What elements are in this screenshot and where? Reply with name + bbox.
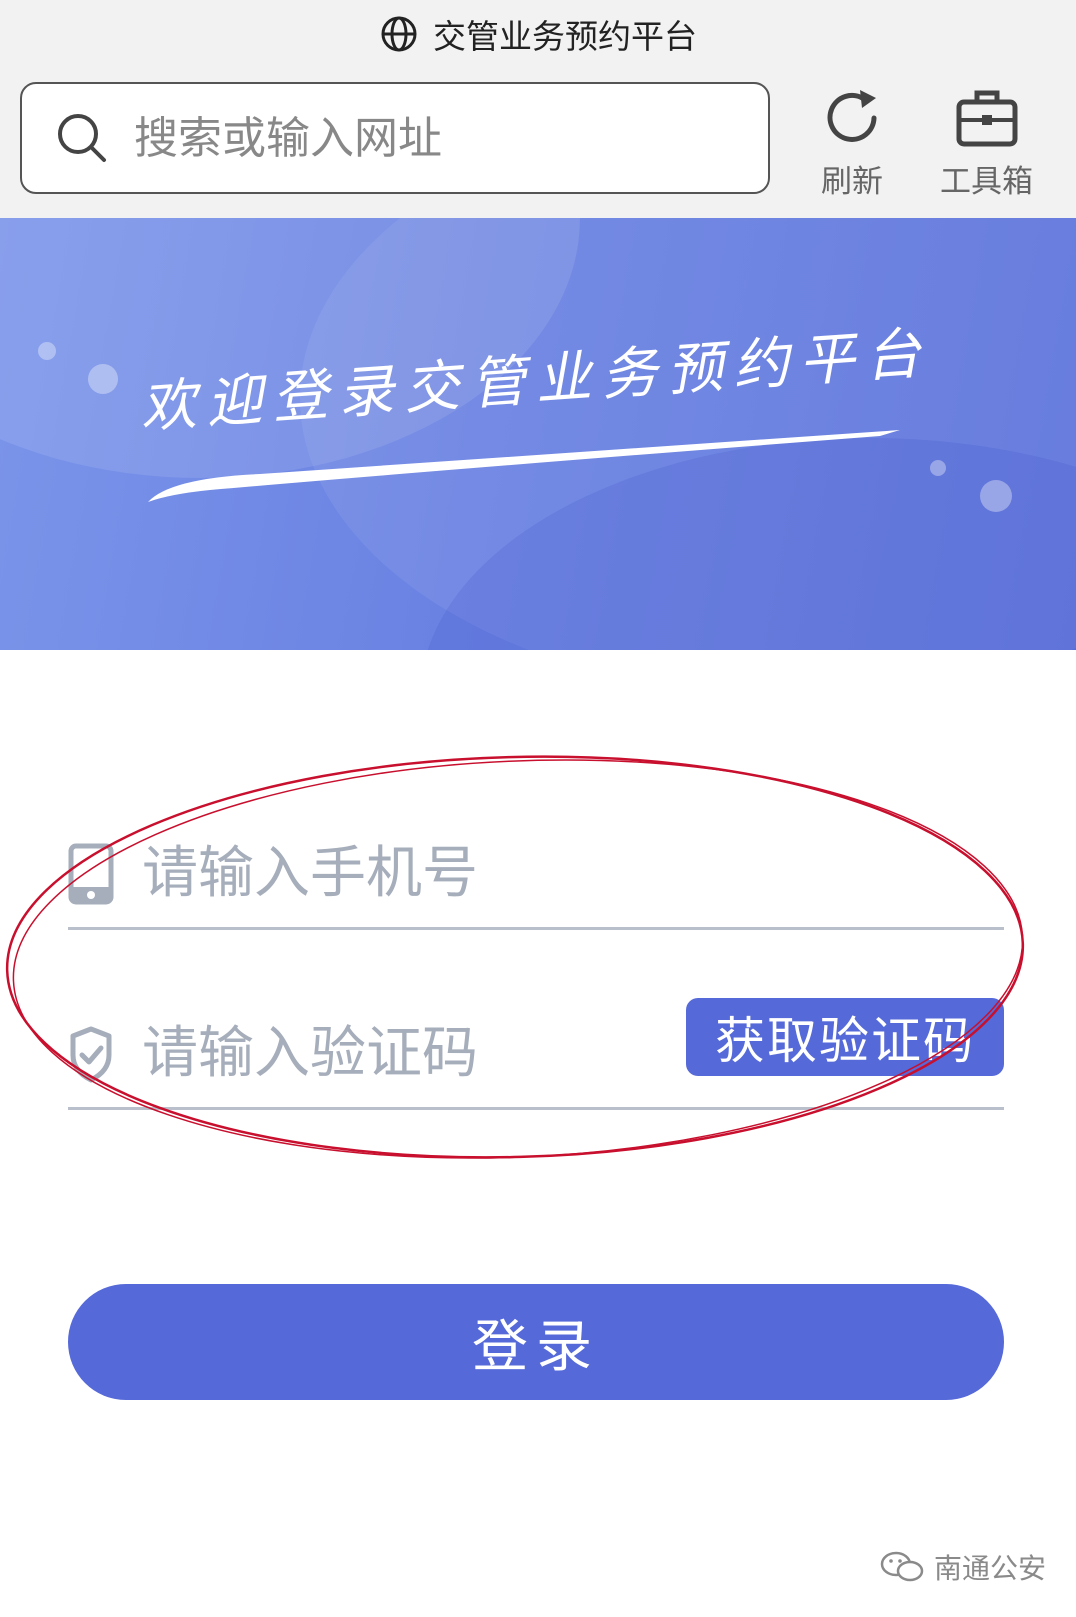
address-input[interactable]	[134, 112, 734, 164]
phone-icon	[68, 843, 114, 904]
shield-check-icon	[70, 1026, 112, 1082]
refresh-label: 刷新	[821, 164, 883, 200]
browser-chrome: 交管业务预约平台 刷新 工具箱	[0, 0, 1076, 218]
code-input[interactable]	[142, 1021, 662, 1086]
banner-underline-stroke	[148, 430, 900, 502]
banner-dot	[38, 342, 56, 360]
refresh-button[interactable]: 刷新	[818, 84, 886, 201]
address-bar[interactable]	[20, 82, 770, 194]
toolbox-label: 工具箱	[940, 164, 1033, 200]
toolbox-icon	[956, 90, 1017, 147]
banner-dot	[980, 480, 1012, 512]
search-icon	[58, 114, 106, 162]
get-code-button[interactable]: 获取验证码	[686, 998, 1004, 1076]
page-title-bar: 交管业务预约平台	[0, 8, 1076, 60]
watermark-text: 南通公安	[933, 1552, 1046, 1585]
phone-input[interactable]	[142, 841, 662, 906]
page-title: 交管业务预约平台	[433, 17, 697, 56]
banner-dot	[930, 460, 946, 476]
login-button[interactable]: 登录	[68, 1284, 1004, 1400]
annotation-ellipse	[5, 755, 1025, 1159]
toolbox-button[interactable]: 工具箱	[940, 84, 1033, 201]
code-field[interactable]: 获取验证码	[68, 998, 1004, 1110]
refresh-icon	[827, 90, 877, 142]
welcome-banner: 欢迎登录交管业务预约平台	[0, 218, 1076, 650]
globe-icon	[381, 16, 417, 52]
watermark: 南通公安	[880, 1547, 1046, 1587]
wechat-icon	[880, 1551, 924, 1582]
banner-dot	[88, 364, 118, 394]
phone-field[interactable]	[68, 820, 1004, 930]
